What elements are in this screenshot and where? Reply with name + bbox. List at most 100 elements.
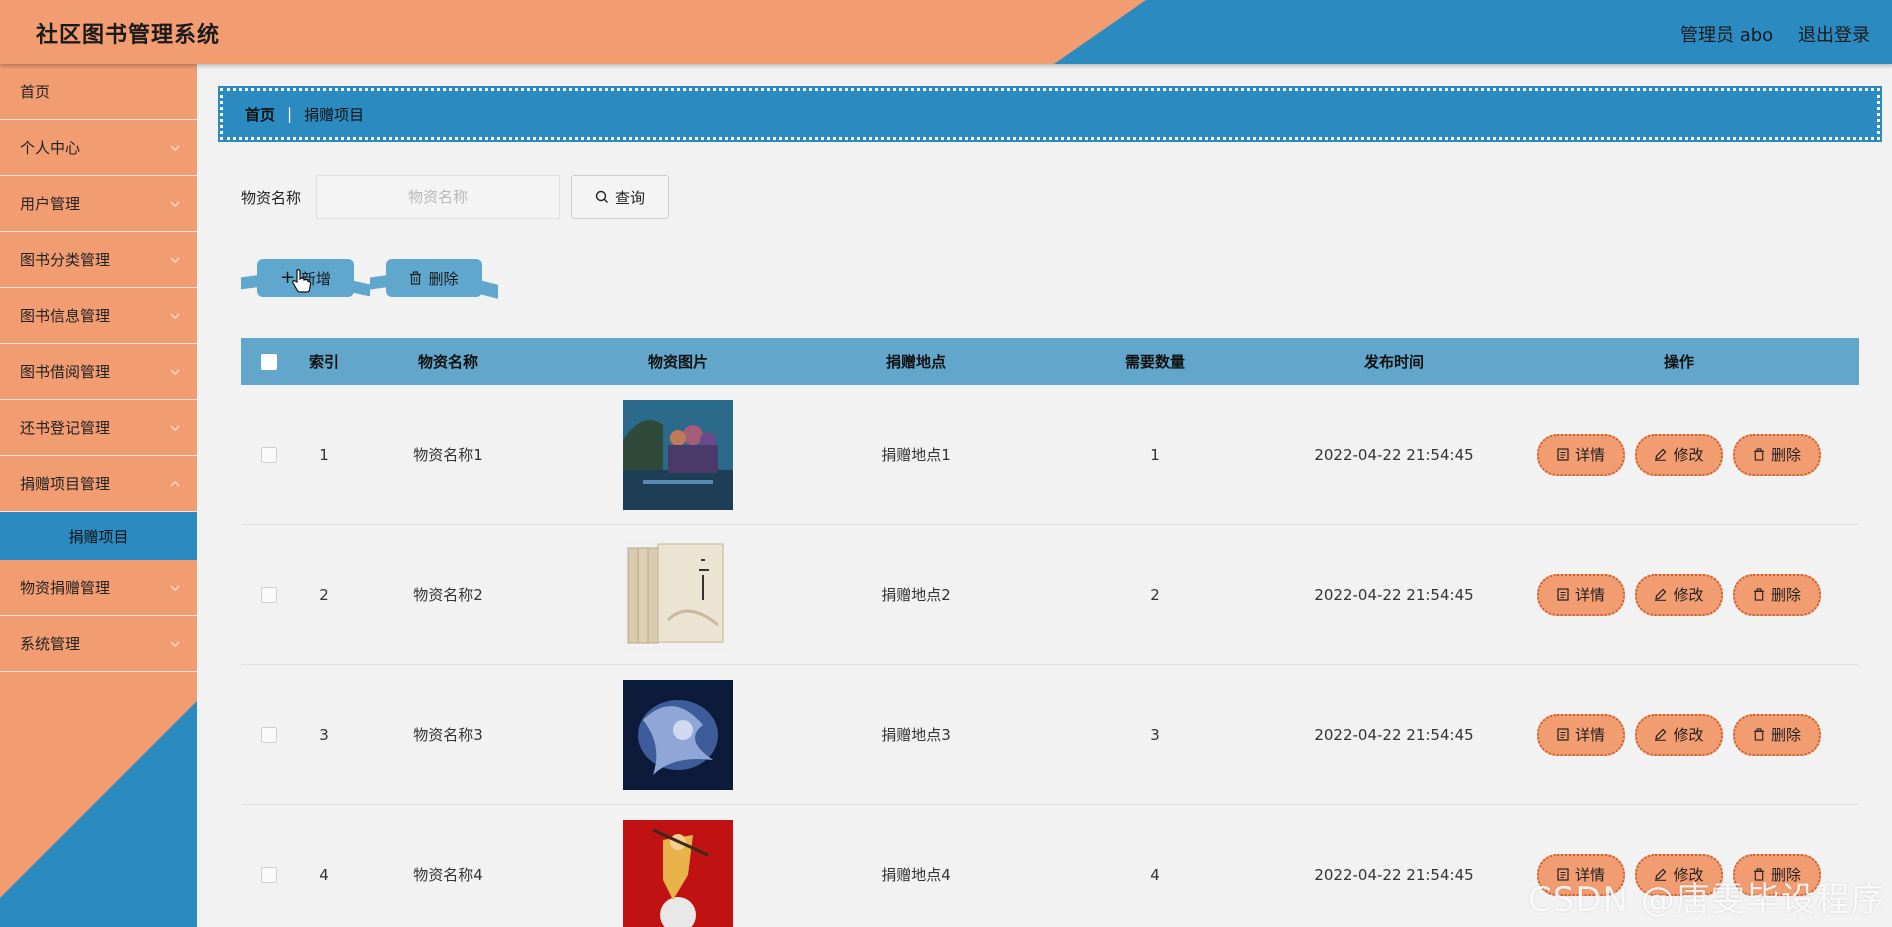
donation-table: 索引 物资名称 物资图片 捐赠地点 需要数量 发布时间 操作 1 物资名称1 捐赠地… [241,338,1859,927]
delete-button-label: 删除 [1770,726,1801,744]
book-cover-red-image [623,819,733,927]
chevron-up-icon [170,481,180,487]
cell-image [545,679,811,790]
cell-index: 1 [319,445,329,464]
breadcrumb: 首页 | 捐赠项目 [218,86,1882,142]
delete-button-label: 删除 [1770,446,1801,464]
sidebar-item[interactable]: 图书信息管理 [0,288,197,344]
detail-button[interactable]: 详情 [1537,433,1625,476]
sidebar: 首页个人中心用户管理图书分类管理图书信息管理图书借阅管理还书登记管理 捐赠项目管理… [0,64,197,927]
row-checkbox[interactable] [261,866,277,883]
chevron-down-icon [170,425,180,431]
cell-index: 4 [319,865,329,884]
row-checkbox[interactable] [261,726,277,743]
cell-image [545,539,811,650]
delete-button-label: 删除 [1770,586,1801,604]
sidebar-item-label: 系统管理 [20,635,81,653]
edit-button[interactable]: 修改 [1635,713,1723,756]
logout-link[interactable]: 退出登录 [1798,21,1870,47]
detail-button-label: 详情 [1574,446,1605,464]
chevron-down-icon [170,313,180,319]
sidebar-item-label: 图书分类管理 [20,251,111,269]
sidebar-item[interactable]: 个人中心 [0,120,197,176]
cell-index: 2 [319,585,329,604]
trash-icon [1753,448,1765,461]
sidebar-item-label: 捐赠项目 [68,527,129,546]
header-quantity: 需要数量 [1124,353,1185,371]
cell-name: 物资名称4 [413,866,483,884]
chevron-down-icon [170,369,180,375]
cell-image [545,819,811,927]
cell-location: 捐赠地点3 [881,726,951,744]
pencil-icon [1655,728,1667,741]
document-icon [1557,728,1569,741]
detail-button-label: 详情 [1574,726,1605,744]
edit-button-label: 修改 [1673,726,1704,744]
detail-button[interactable]: 详情 [1537,573,1625,616]
sidebar-item-label: 物资捐赠管理 [20,579,111,597]
sidebar-item[interactable]: 捐赠项目管理 [0,456,197,512]
search-input[interactable] [316,175,560,219]
cell-name: 物资名称3 [413,726,483,744]
delete-button[interactable]: 删除 [1733,713,1821,756]
breadcrumb-home[interactable]: 首页 [245,104,275,125]
sidebar-item[interactable]: 首页 [0,64,197,120]
app-title: 社区图书管理系统 [36,23,221,48]
cell-image [545,399,811,510]
sidebar-item[interactable]: 系统管理 [0,616,197,672]
edit-button[interactable]: 修改 [1635,433,1723,476]
book-cover-characters-image [623,399,733,510]
book-box-set-image [623,539,733,650]
cell-time: 2022-04-22 21:54:45 [1314,445,1474,464]
search-button[interactable]: 查询 [571,175,669,219]
header-name: 物资名称 [417,353,478,371]
delete-button[interactable]: 删除 [1733,433,1821,476]
hand-cursor-icon [292,269,312,293]
header-time: 发布时间 [1363,353,1424,371]
chevron-down-icon [170,145,180,151]
sidebar-item[interactable]: 图书分类管理 [0,232,197,288]
sidebar-item-label: 图书借阅管理 [20,363,111,381]
cell-index: 3 [319,725,329,744]
header-orange-shape [0,0,1146,64]
bulk-delete-button[interactable]: 删除 [386,259,482,297]
sidebar-item[interactable]: 物资捐赠管理 [0,560,197,616]
cell-location: 捐赠地点1 [881,446,951,464]
breadcrumb-separator: | [287,105,293,123]
row-checkbox[interactable] [261,586,277,603]
sidebar-item[interactable]: 图书借阅管理 [0,344,197,400]
sidebar-subitem-donation-project[interactable]: 捐赠项目 [0,512,197,560]
document-icon [1557,448,1569,461]
cell-ops: 详情 修改 删除 [1499,433,1859,476]
current-user-label: 管理员 abo [1680,25,1774,46]
cell-location: 捐赠地点2 [881,586,951,604]
cell-name: 物资名称2 [413,586,483,604]
cell-ops: 详情 修改 删除 [1499,573,1859,616]
delete-button[interactable]: 删除 [1733,573,1821,616]
trash-icon [410,271,422,285]
sidebar-item[interactable]: 还书登记管理 [0,400,197,456]
cell-quantity: 4 [1150,865,1160,884]
top-header: 社区图书管理系统 管理员 abo 退出登录 [0,0,1892,64]
chevron-down-icon [170,585,180,591]
cell-location: 捐赠地点4 [881,866,951,884]
pencil-icon [1655,448,1667,461]
table-row: 1 物资名称1 捐赠地点1 1 2022-04-22 21:54:45 详情 修改 删除 [241,385,1859,525]
select-all-checkbox[interactable] [261,353,277,370]
trash-icon [1753,588,1765,601]
sidebar-item-label: 首页 [20,83,51,101]
sidebar-item-label: 用户管理 [20,195,81,213]
edit-button[interactable]: 修改 [1635,573,1723,616]
sidebar-item[interactable]: 用户管理 [0,176,197,232]
cell-time: 2022-04-22 21:54:45 [1314,865,1474,884]
search-label: 物资名称 [241,189,302,207]
sidebar-item-label: 个人中心 [20,139,81,157]
header-image: 物资图片 [647,353,708,371]
watermark: CSDN @唐雯毕设程序 [1528,880,1886,920]
row-checkbox[interactable] [261,446,277,463]
cell-quantity: 1 [1150,445,1160,464]
detail-button[interactable]: 详情 [1537,713,1625,756]
header-ops: 操作 [1663,353,1694,371]
table-row: 3 物资名称3 捐赠地点3 3 2022-04-22 21:54:45 详情 修改 删除 [241,665,1859,805]
edit-button-label: 修改 [1673,586,1704,604]
